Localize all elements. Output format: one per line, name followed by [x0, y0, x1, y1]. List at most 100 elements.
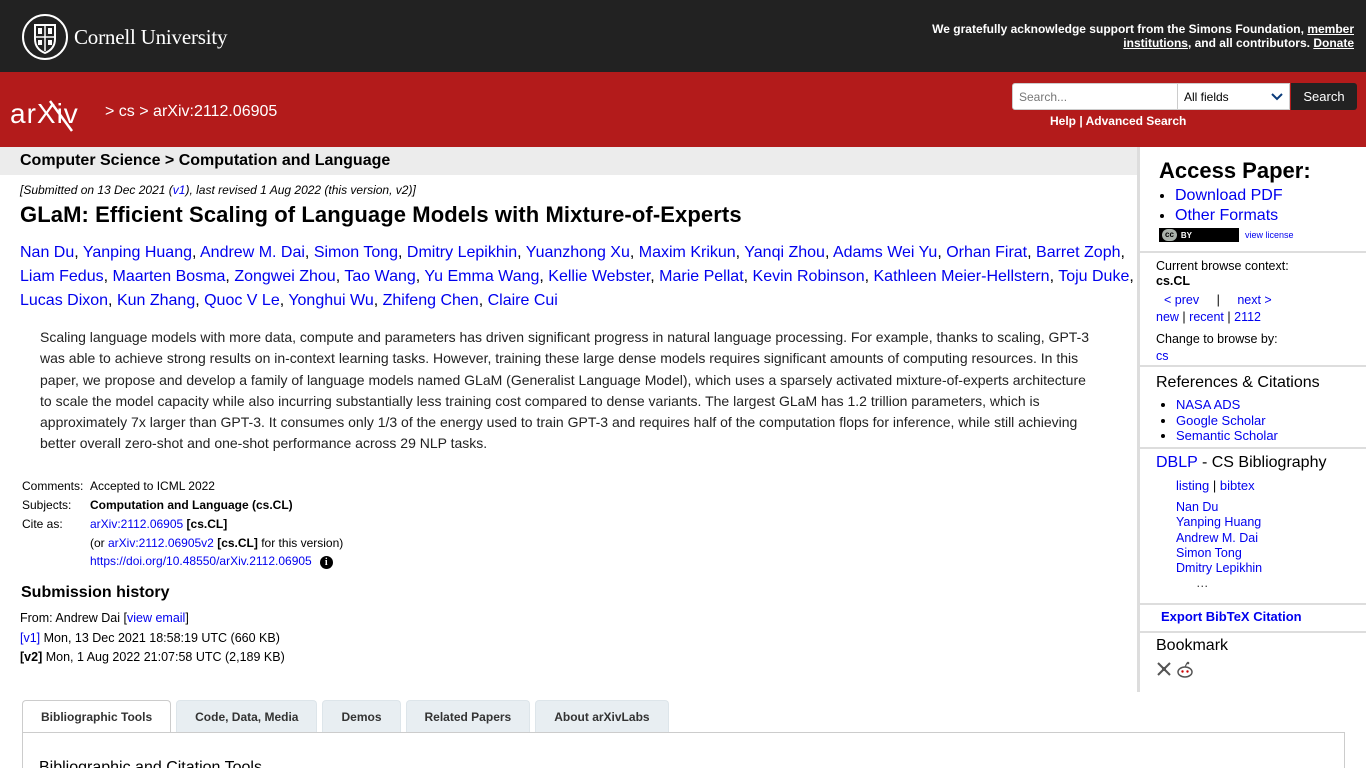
- author-link[interactable]: Maxim Krikun: [639, 244, 736, 261]
- author-link[interactable]: Lucas Dixon: [20, 292, 108, 309]
- author-link[interactable]: Maarten Bosma: [112, 268, 225, 285]
- cite-version-row: (or arXiv:2112.06905v2 [cs.CL] for this …: [22, 533, 343, 552]
- history-v2-label: [v2]: [20, 650, 43, 664]
- view-email-link[interactable]: view email: [127, 611, 185, 625]
- dblp-author-link[interactable]: Nan Du: [1176, 500, 1218, 514]
- author-link[interactable]: Toju Duke: [1058, 268, 1129, 285]
- bibsonomy-icon[interactable]: [1156, 661, 1172, 677]
- author-link[interactable]: Andrew M. Dai: [200, 244, 305, 261]
- export-bibtex-link[interactable]: Export BibTeX Citation: [1161, 609, 1302, 624]
- author-link[interactable]: Nan Du: [20, 244, 74, 261]
- search-field-value: All fields: [1184, 89, 1229, 104]
- dblp-author-link[interactable]: Simon Tong: [1176, 546, 1242, 560]
- reddit-icon[interactable]: [1176, 661, 1194, 679]
- search-button[interactable]: Search: [1291, 83, 1357, 110]
- view-license-link[interactable]: view license: [1245, 230, 1294, 240]
- next-link[interactable]: next >: [1237, 293, 1271, 307]
- dblp-link[interactable]: DBLP: [1156, 454, 1198, 471]
- semantic-scholar-link[interactable]: Semantic Scholar: [1176, 428, 1278, 443]
- author-link[interactable]: Adams Wei Yu: [833, 244, 937, 261]
- other-formats-link[interactable]: Other Formats: [1175, 207, 1278, 224]
- cc-label: cc: [1162, 229, 1177, 241]
- support-text-1: We gratefully acknowledge support from t…: [932, 22, 1304, 36]
- cite-link[interactable]: arXiv:2112.06905: [90, 517, 183, 531]
- author-link[interactable]: Zongwei Zhou: [234, 268, 335, 285]
- history-v1-link[interactable]: [v1]: [20, 631, 40, 645]
- new-link[interactable]: new: [1156, 310, 1179, 324]
- google-scholar-link[interactable]: Google Scholar: [1176, 413, 1266, 428]
- nasa-ads-link[interactable]: NASA ADS: [1176, 397, 1240, 412]
- advanced-search-link[interactable]: Advanced Search: [1086, 114, 1187, 128]
- breadcrumb-sep: >: [139, 103, 149, 120]
- download-pdf-link[interactable]: Download PDF: [1175, 187, 1283, 204]
- dblp-author-link[interactable]: Yanping Huang: [1176, 515, 1261, 529]
- cc-by-license-icon[interactable]: cc BY: [1159, 228, 1239, 242]
- chevron-down-icon: [1271, 92, 1283, 100]
- author-link[interactable]: Dmitry Lepikhin: [407, 244, 517, 261]
- author-link[interactable]: Liam Fedus: [20, 268, 104, 285]
- search-field-select[interactable]: All fields: [1178, 83, 1290, 110]
- search-input[interactable]: [1012, 83, 1178, 110]
- history-v1: [v1] Mon, 13 Dec 2021 18:58:19 UTC (660 …: [20, 629, 285, 649]
- tab-demos[interactable]: Demos: [322, 700, 401, 732]
- breadcrumb-cs[interactable]: cs: [119, 103, 135, 120]
- author-link[interactable]: Yonghui Wu: [288, 292, 373, 309]
- tab-code-data-media[interactable]: Code, Data, Media: [176, 700, 318, 732]
- cornell-logo[interactable]: Cornell University: [22, 14, 227, 60]
- cite-v2-link[interactable]: arXiv:2112.06905v2: [108, 536, 214, 550]
- author-link[interactable]: Orhan Firat: [946, 244, 1027, 261]
- author-link[interactable]: Kevin Robinson: [753, 268, 865, 285]
- arxiv-logo[interactable]: arXiv: [10, 97, 102, 133]
- author-link[interactable]: Kun Zhang: [117, 292, 195, 309]
- access-paper-title: Access Paper:: [1159, 158, 1311, 183]
- author-link[interactable]: Tao Wang: [344, 268, 415, 285]
- author-link[interactable]: Kellie Webster: [548, 268, 650, 285]
- member-link[interactable]: member: [1307, 22, 1354, 36]
- doi-link[interactable]: https://doi.org/10.48550/arXiv.2112.0690…: [90, 554, 312, 568]
- dblp-bibtex-link[interactable]: bibtex: [1220, 478, 1255, 493]
- author-link[interactable]: Quoc V Le: [204, 292, 280, 309]
- submission-history: From: Andrew Dai [view email] [v1] Mon, …: [20, 609, 285, 668]
- subjects-value: Computation and Language (cs.CL): [90, 497, 293, 512]
- search-form: All fields Search: [1012, 83, 1357, 110]
- subject-heading: Computer Science > Computation and Langu…: [20, 152, 391, 169]
- author-link[interactable]: Marie Pellat: [659, 268, 743, 285]
- change-browse-cs-link[interactable]: cs: [1156, 349, 1169, 363]
- info-icon[interactable]: i: [319, 555, 333, 569]
- cite-label: Cite as:: [22, 516, 63, 531]
- author-link[interactable]: Yanping Huang: [83, 244, 192, 261]
- institutions-link[interactable]: institutions: [1123, 36, 1188, 50]
- dblp-more: …: [1196, 576, 1209, 591]
- recent-link[interactable]: recent: [1189, 310, 1224, 324]
- tab-panel-title: Bibliographic and Citation Tools: [39, 759, 262, 768]
- submission-history-title: Submission history: [21, 584, 170, 601]
- author-link[interactable]: Barret Zoph: [1036, 244, 1120, 261]
- dblp-listing-link[interactable]: listing: [1176, 478, 1209, 493]
- browse-links: new | recent | 2112: [1156, 309, 1261, 326]
- author-link[interactable]: Yuanzhong Xu: [526, 244, 630, 261]
- dblp-author-link[interactable]: Andrew M. Dai: [1176, 531, 1258, 545]
- dblp-author-link[interactable]: Dmitry Lepikhin: [1176, 561, 1262, 575]
- or-suffix: for this version): [261, 535, 344, 550]
- references-title: References & Citations: [1156, 374, 1320, 391]
- author-link[interactable]: Yu Emma Wang: [424, 268, 539, 285]
- author-link[interactable]: Claire Cui: [488, 292, 558, 309]
- author-link[interactable]: Zhifeng Chen: [383, 292, 479, 309]
- comments-label: Comments:: [22, 478, 84, 493]
- tab-bibliographic-tools[interactable]: Bibliographic Tools: [22, 700, 172, 733]
- access-paper-box: Access Paper: Download PDF Other Formats…: [1140, 147, 1366, 253]
- cornell-banner: Cornell University We gratefully acknowl…: [0, 0, 1366, 72]
- author-link[interactable]: Simon Tong: [314, 244, 398, 261]
- v1-link[interactable]: v1: [173, 183, 186, 197]
- submitted-suffix: ), last revised 1 Aug 2022 (this version…: [185, 183, 416, 197]
- tab-related-papers[interactable]: Related Papers: [405, 700, 531, 732]
- license: cc BY view license: [1159, 228, 1294, 242]
- author-link[interactable]: Kathleen Meier-Hellstern: [874, 268, 1050, 285]
- yearmonth-link[interactable]: 2112: [1234, 310, 1261, 324]
- help-link[interactable]: Help: [1050, 114, 1076, 128]
- prev-link[interactable]: < prev: [1164, 293, 1199, 307]
- tab-about-arxivlabs[interactable]: About arXivLabs: [535, 700, 669, 732]
- donate-link[interactable]: Donate: [1313, 36, 1354, 50]
- author-link[interactable]: Yanqi Zhou: [744, 244, 825, 261]
- history-from: From: Andrew Dai [view email]: [20, 609, 285, 629]
